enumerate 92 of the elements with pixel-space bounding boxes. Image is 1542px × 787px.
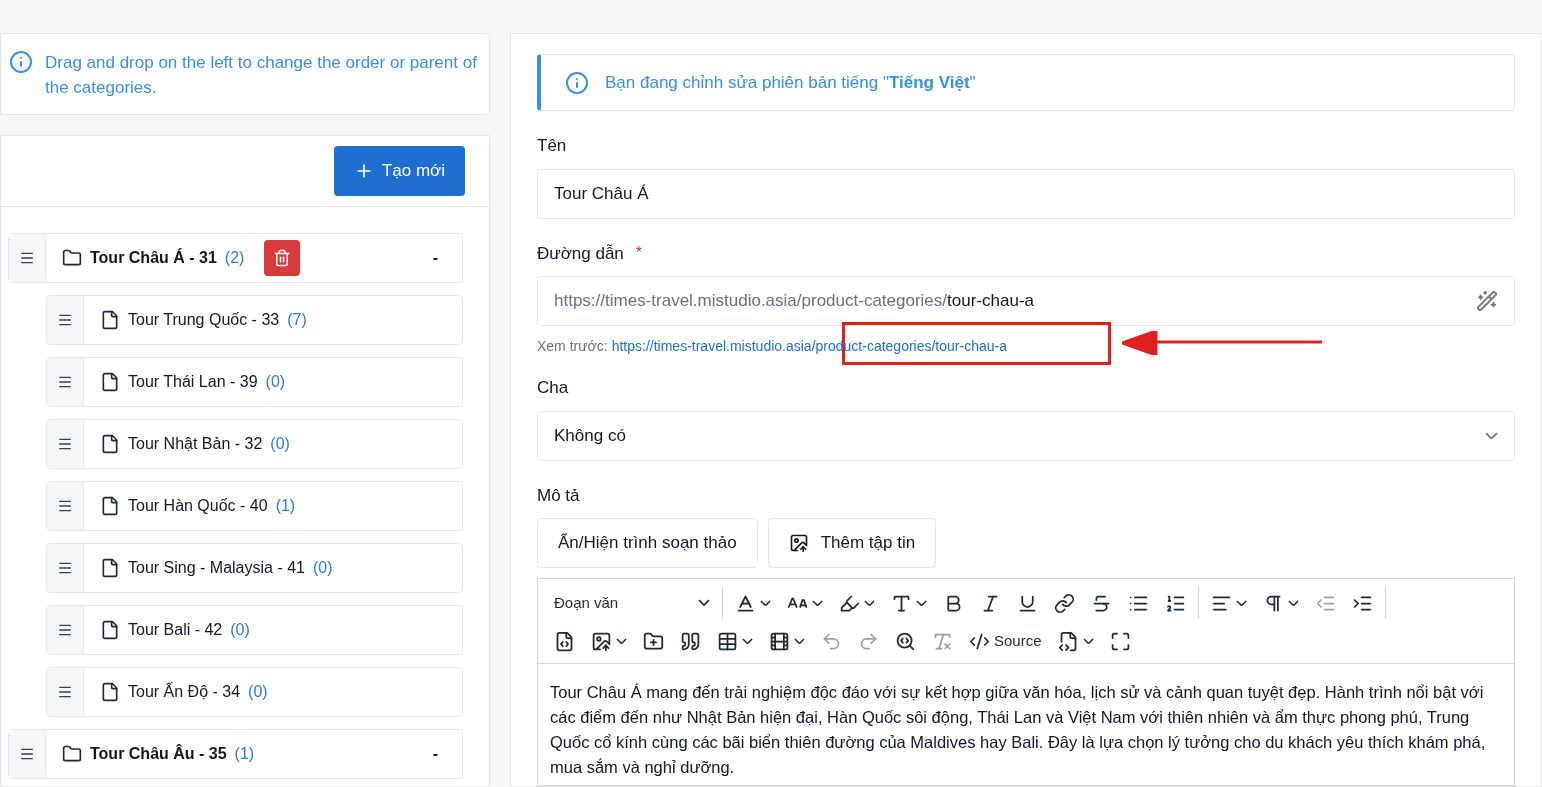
collapse-toggle[interactable]: - [432,742,438,766]
category-count: (2) [224,248,245,268]
category-count: (0) [312,558,333,578]
preview-label: Xem trước: [537,337,608,356]
create-button[interactable]: Tạo mới [333,146,465,196]
drag-handle[interactable] [47,482,84,530]
magic-wand-icon [1476,290,1498,312]
paragraph-format-select[interactable]: Đoạn văn [546,583,718,623]
file-icon [100,496,120,516]
caret-icon [864,599,875,607]
drag-handle[interactable] [47,420,84,468]
category-name[interactable]: Tour Hàn Quốc - 40 [128,494,268,518]
caret-icon [916,599,927,607]
category-count: (0) [270,434,290,454]
field-label: Cha [537,377,569,399]
menu-icon [19,250,35,266]
caret-icon [616,637,627,645]
file-icon [100,558,120,578]
file-icon [100,310,120,330]
film-icon [769,630,790,652]
caret-icon [812,599,823,607]
category-count: (0) [265,372,286,392]
path-field[interactable]: https://times-travel.mistudio.asia/product-categories/tour-chau-a [537,276,1515,326]
notice-text: Drag and drop on the left to change the order or parent of the categories. [45,52,478,99]
drag-handle[interactable] [47,296,84,344]
menu-icon [57,374,73,390]
caret-icon [742,637,753,645]
menu-icon [57,684,73,700]
category-name[interactable]: Tour Bali - 42 [128,618,223,642]
category-count: (7) [287,310,307,330]
folder-icon [62,744,82,764]
category-name[interactable]: Tour Thái Lan - 39 [128,370,258,394]
info-icon [565,70,589,95]
menu-icon [57,312,73,328]
category-count: (1) [234,744,255,764]
toggle-editor-button[interactable]: Ẩn/Hiện trình soạn thảo [537,518,758,568]
toolbar-button[interactable]: Source [961,623,1050,659]
image-icon [788,533,809,553]
caret-icon [760,599,771,607]
language-notice: Bạn đang chỉnh sửa phiên bản tiếng "Tiếng Việt" [605,71,976,94]
file-icon [100,372,120,392]
info-icon [9,50,33,74]
collapse-toggle[interactable]: - [432,246,438,270]
required-mark: * [635,242,643,263]
category-name[interactable]: Tour Nhật Bản - 32 [128,432,263,456]
menu-icon [57,498,73,514]
file-icon [100,434,120,454]
menu-icon [57,560,73,576]
quote-icon [680,630,701,652]
drag-handle[interactable] [47,668,84,716]
name-field[interactable]: Tour Châu Á [537,168,1515,219]
drag-handle[interactable] [47,606,84,654]
category-count: (0) [248,682,268,702]
caret-icon [794,637,805,645]
parent-select[interactable]: Không có [537,410,1515,461]
drag-handle[interactable] [47,358,84,406]
menu-icon [57,622,73,638]
link-icon [1054,592,1075,614]
trash-icon [273,249,292,267]
drag-handle[interactable] [9,234,46,282]
category-name[interactable]: Tour Ấn Độ - 34 [128,680,241,704]
folder-plus-icon [643,630,664,652]
file-icon [100,682,120,702]
folder-icon [62,248,82,268]
category-count: (0) [230,620,250,640]
menu-icon [57,436,73,452]
category-name[interactable]: Tour Trung Quốc - 33 [128,308,280,332]
editor-content[interactable]: Tour Châu Á mang đến trải nghiệm độc đáo với sự kết hợp giữa văn hóa, lịch sử và cảnh quan tuyệt đẹp. Hành trình nổi bật với các điểm đến như Nhật Bản hiện đại, Hàn Quốc sôi động, Thái Lan và Việt Nam với thiên nhiên và ẩm thực phong phú, Trung Quốc cổ kính cùng các bãi biển thiên đường của Maldives hay Bali. Đây là lựa chọn lý tưởng cho du khách yêu thích khám phá, mua sắm và nghỉ dưỡng. [538,664,1514,780]
field-label: Tên [537,135,567,157]
code-file-icon [1057,630,1079,652]
field-label: Đường dẫn [537,242,624,265]
caret-icon [1236,599,1247,607]
caret-icon [1288,599,1299,607]
fullscreen-icon [1109,630,1131,652]
caret-icon [1485,431,1498,440]
add-file-button[interactable]: Thêm tập tin [767,518,937,568]
field-label: Mô tả [537,484,580,507]
drag-handle[interactable] [47,544,84,592]
file-icon [100,620,120,640]
category-name[interactable]: Tour Châu Âu - 35 [90,742,227,766]
table-icon [717,630,738,652]
caret-icon [1082,637,1094,645]
delete-button[interactable] [264,240,301,276]
find-replace-icon [895,630,916,652]
menu-icon [19,746,35,762]
category-count: (1) [275,496,296,516]
category-name[interactable]: Tour Châu Á - 31 [90,246,217,270]
category-name[interactable]: Tour Sing - Malaysia - 41 [128,556,305,580]
drag-handle[interactable] [9,730,46,778]
html-icon [554,630,575,652]
caret-icon [698,599,710,607]
image-upload-icon [591,630,612,652]
